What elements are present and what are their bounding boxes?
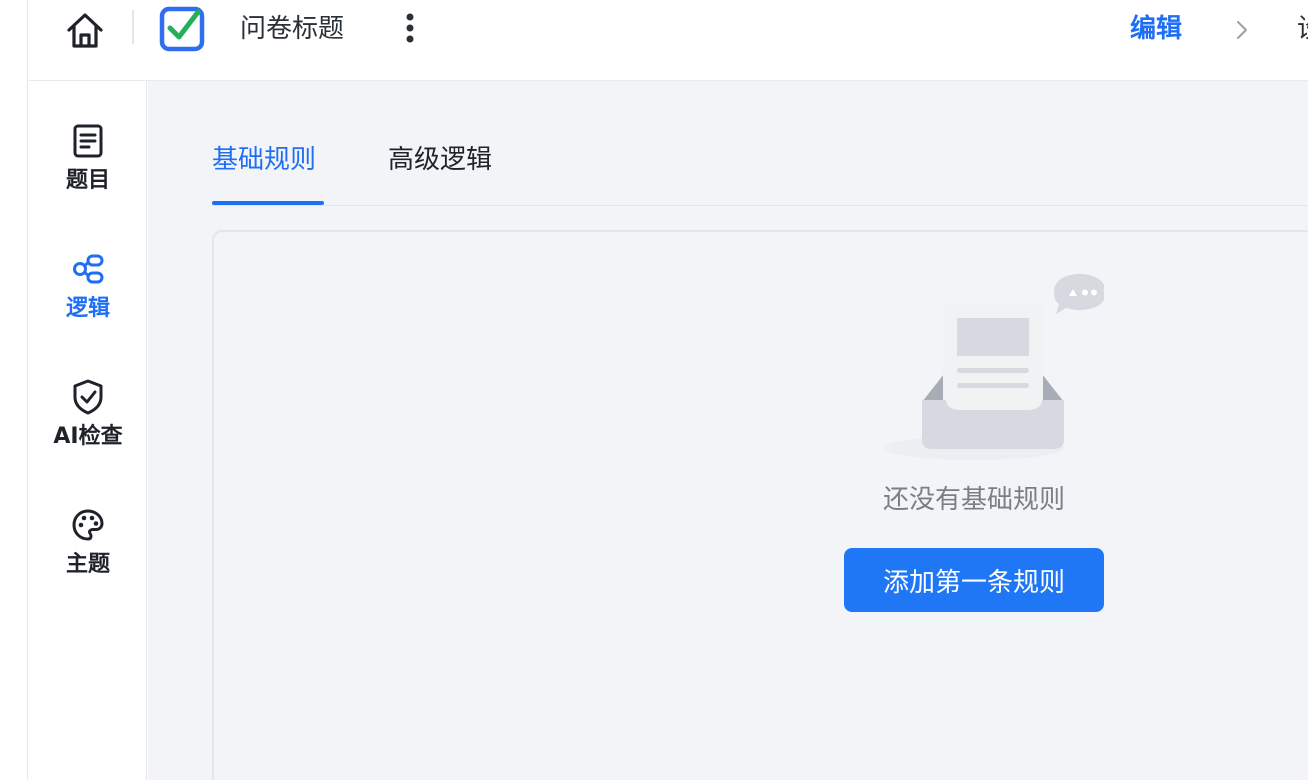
main-content: 基础规则 高级逻辑 还没有基础规则 添加第一条规则 — [148, 81, 1308, 780]
sidebar-item-label: 题目 — [65, 168, 110, 193]
home-icon — [67, 13, 103, 48]
step-next[interactable]: 设 — [1297, 12, 1308, 46]
chevron-right-icon — [1232, 16, 1252, 44]
tab-advanced-logic[interactable]: 高级逻辑 — [388, 141, 492, 179]
empty-inbox-illustration — [884, 274, 1104, 460]
step-edit[interactable]: 编辑 — [1130, 12, 1182, 46]
sidebar: 题目 逻辑 AI检查 主题 — [29, 81, 147, 780]
home-button[interactable] — [63, 8, 107, 52]
tab-basic-rules[interactable]: 基础规则 — [212, 141, 316, 179]
rules-panel: 还没有基础规则 添加第一条规则 — [212, 230, 1308, 780]
sidebar-item-logic[interactable]: 逻辑 — [29, 251, 147, 323]
more-options-button[interactable] — [395, 10, 425, 46]
left-edge-border — [0, 0, 28, 780]
sidebar-item-label: AI检查 — [53, 424, 123, 449]
active-tab-indicator — [212, 201, 324, 205]
sidebar-item-label: 主题 — [65, 552, 110, 577]
rule-tabs: 基础规则 高级逻辑 — [212, 81, 1308, 206]
more-vertical-icon — [406, 13, 414, 43]
shield-check-icon — [70, 379, 106, 415]
sidebar-item-questions[interactable]: 题目 — [29, 123, 147, 195]
top-bar: 问卷标题 编辑 设 — [29, 0, 1308, 81]
sidebar-item-ai-check[interactable]: AI检查 — [29, 379, 147, 451]
sidebar-item-theme[interactable]: 主题 — [29, 507, 147, 579]
survey-logo-icon — [159, 6, 205, 52]
empty-state-message: 还没有基础规则 — [882, 485, 1065, 515]
survey-title[interactable]: 问卷标题 — [240, 12, 344, 46]
header-divider — [132, 10, 134, 44]
sidebar-item-label: 逻辑 — [65, 296, 110, 321]
logic-flow-icon — [70, 251, 106, 287]
add-first-rule-button[interactable]: 添加第一条规则 — [844, 548, 1104, 612]
document-icon — [70, 123, 106, 159]
palette-icon — [70, 507, 106, 543]
